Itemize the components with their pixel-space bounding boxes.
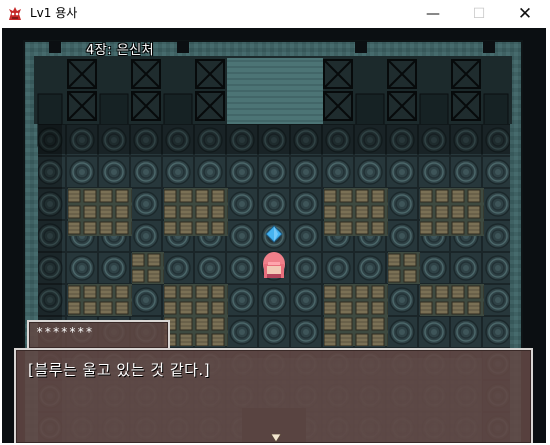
- continue-arrow-icon[interactable]: [270, 427, 282, 443]
- close-button[interactable]: ✕: [502, 0, 548, 28]
- message-text: [블루는 울고 있는 것 같다.]: [28, 361, 211, 379]
- game-window: Lv1 용사 — ☐ ✕ 4장: 은신처 ******* [블루는 울고 있는 …: [0, 0, 550, 445]
- central-grate: [227, 58, 323, 124]
- pink-haired-hero-sprite: [263, 252, 285, 278]
- chapter-title: 4장: 은신처: [86, 43, 155, 58]
- speaker-name: *******: [36, 325, 94, 339]
- window-title: Lv1 용사: [30, 6, 78, 20]
- speaker-name-box: *******: [27, 320, 170, 350]
- maximize-button[interactable]: ☐: [456, 0, 502, 28]
- dragon-app-icon: [6, 5, 24, 23]
- game-viewport[interactable]: 4장: 은신처 ******* [블루는 울고 있는 것 같다.]: [2, 28, 546, 443]
- minimize-button[interactable]: —: [410, 0, 456, 28]
- title-bar[interactable]: Lv1 용사 — ☐ ✕: [0, 0, 550, 28]
